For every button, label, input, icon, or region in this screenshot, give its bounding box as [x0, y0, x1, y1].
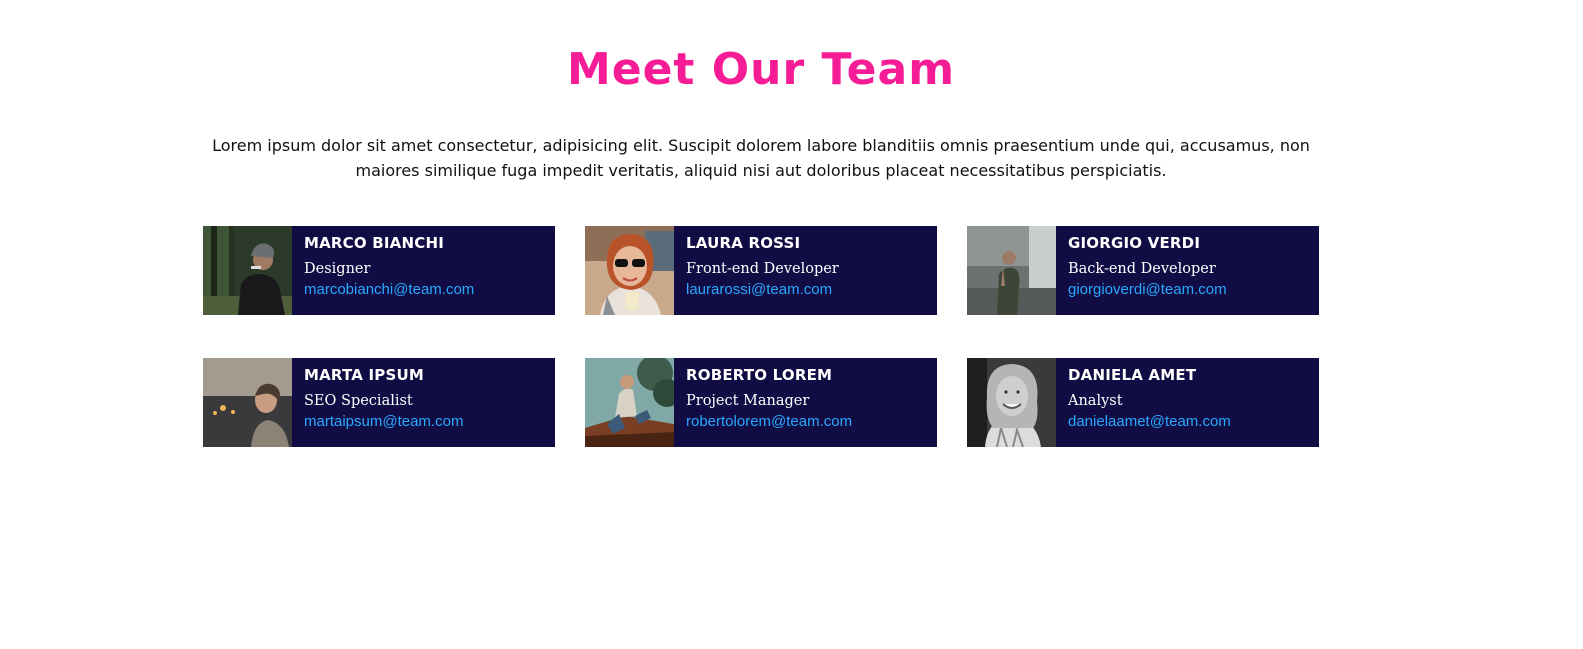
member-info: MARCO BIANCHI Designer marcobianchi@team… [292, 226, 555, 315]
member-info: MARTA IPSUM SEO Specialist martaipsum@te… [292, 358, 555, 447]
member-role: Designer [304, 261, 371, 277]
team-member-card: MARTA IPSUM SEO Specialist martaipsum@te… [203, 358, 555, 447]
member-email-link[interactable]: giorgioverdi@team.com [1068, 281, 1319, 299]
man-in-forest-photo [203, 226, 292, 315]
member-role: Front-end Developer [686, 261, 839, 277]
member-email-link[interactable]: martaipsum@team.com [304, 413, 555, 431]
member-role: Project Manager [686, 393, 810, 409]
member-name: GIORGIO VERDI [1068, 234, 1201, 252]
member-email-link[interactable]: laurarossi@team.com [686, 281, 937, 299]
member-name: MARCO BIANCHI [304, 234, 444, 252]
member-info: ROBERTO LOREM Project Manager robertolor… [674, 358, 937, 447]
member-role: SEO Specialist [304, 393, 413, 409]
team-member-card: MARCO BIANCHI Designer marcobianchi@team… [203, 226, 555, 315]
member-role: Back-end Developer [1068, 261, 1216, 277]
member-name: MARTA IPSUM [304, 366, 424, 384]
member-email-link[interactable]: danielaamet@team.com [1068, 413, 1319, 431]
member-name: DANIELA AMET [1068, 366, 1197, 384]
man-sitting-on-roof-photo [585, 358, 674, 447]
team-member-card: LAURA ROSSI Front-end Developer lauraros… [585, 226, 937, 315]
member-email-link[interactable]: marcobianchi@team.com [304, 281, 555, 299]
team-member-card: GIORGIO VERDI Back-end Developer giorgio… [967, 226, 1319, 315]
member-role: Analyst [1068, 393, 1123, 409]
team-member-card: ROBERTO LOREM Project Manager robertolor… [585, 358, 937, 447]
woman-with-sunglasses-photo [585, 226, 674, 315]
man-by-waterfall-photo [967, 226, 1056, 315]
team-grid: MARCO BIANCHI Designer marcobianchi@team… [203, 226, 1319, 447]
member-name: ROBERTO LOREM [686, 366, 833, 384]
page-title: Meet Our Team [566, 44, 956, 95]
team-intro-text: Lorem ipsum dolor sit amet consectetur, … [212, 136, 1310, 180]
woman-by-lake-photo [203, 358, 292, 447]
member-name: LAURA ROSSI [686, 234, 801, 252]
member-info: GIORGIO VERDI Back-end Developer giorgio… [1056, 226, 1319, 315]
member-info: LAURA ROSSI Front-end Developer lauraros… [674, 226, 937, 315]
team-member-card: DANIELA AMET Analyst danielaamet@team.co… [967, 358, 1319, 447]
member-info: DANIELA AMET Analyst danielaamet@team.co… [1056, 358, 1319, 447]
member-email-link[interactable]: robertolorem@team.com [686, 413, 937, 431]
smiling-woman-photo [967, 358, 1056, 447]
